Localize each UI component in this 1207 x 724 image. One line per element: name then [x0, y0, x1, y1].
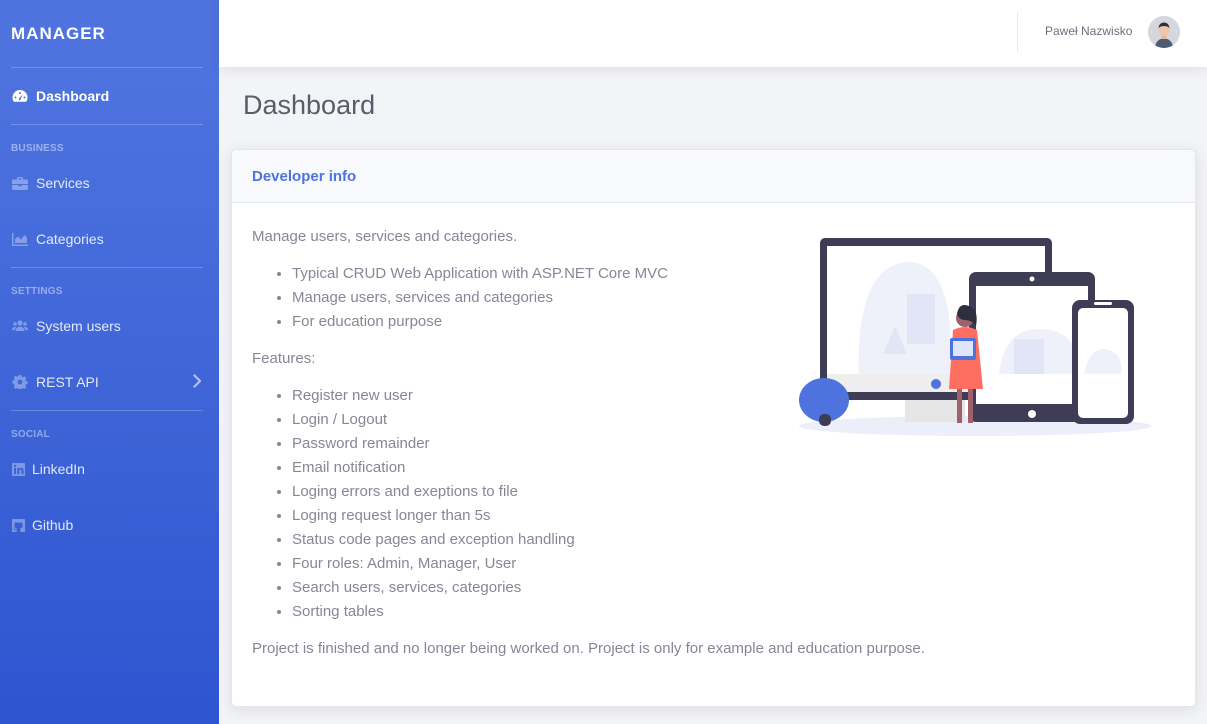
page-title: Dashboard	[243, 90, 376, 120]
card-header: Developer info	[232, 150, 1195, 203]
sidebar-item-dashboard[interactable]: Dashboard	[0, 68, 219, 124]
sidebar-item-label: Services	[36, 175, 90, 191]
sidebar-item-system-users[interactable]: System users	[0, 298, 219, 354]
sidebar-item-github[interactable]: Github	[0, 497, 219, 553]
devices-illustration	[799, 238, 1151, 436]
sidebar-item-label: Github	[32, 517, 74, 533]
avatar[interactable]	[1148, 16, 1180, 48]
briefcase-icon	[11, 176, 29, 190]
section-heading-settings: SETTINGS	[11, 286, 63, 297]
list-item: Sorting tables	[292, 600, 1175, 624]
sidebar-item-label: LinkedIn	[32, 461, 85, 477]
sidebar-item-services[interactable]: Services	[0, 155, 219, 211]
topbar-divider	[1017, 12, 1018, 52]
list-item: Four roles: Admin, Manager, User	[292, 552, 1175, 576]
topbar: Paweł Nazwisko	[219, 0, 1207, 67]
chart-area-icon	[11, 232, 29, 246]
sidebar-item-label: REST API	[36, 374, 99, 390]
list-item: Loging errors and exeptions to file	[292, 480, 1175, 504]
footer-text: Project is finished and no longer being …	[252, 640, 925, 657]
chevron-right-icon	[191, 374, 202, 388]
list-item: Status code pages and exception handling	[292, 528, 1175, 552]
sidebar-item-label: System users	[36, 318, 121, 334]
sidebar-item-label: Dashboard	[36, 88, 110, 104]
list-item: Search users, services, categories	[292, 576, 1175, 600]
developer-info-card: Developer info Manage users, services an…	[231, 149, 1196, 707]
section-heading-social: SOCIAL	[11, 429, 50, 440]
github-icon	[11, 518, 25, 532]
list-item: Email notification	[292, 456, 1175, 480]
cog-icon	[11, 375, 29, 389]
sidebar: MANAGER Dashboard BUSINESS Services Cate…	[0, 0, 219, 724]
users-icon	[11, 319, 29, 333]
tachometer-icon	[11, 89, 29, 103]
brand-logo[interactable]: MANAGER	[0, 0, 219, 67]
section-heading-business: BUSINESS	[11, 143, 64, 154]
user-name[interactable]: Paweł Nazwisko	[1045, 24, 1132, 38]
section-social: SOCIAL	[0, 411, 219, 440]
section-settings: SETTINGS	[0, 268, 219, 297]
list-item: Loging request longer than 5s	[292, 504, 1175, 528]
sidebar-item-rest-api[interactable]: REST API	[0, 354, 219, 410]
sidebar-item-label: Categories	[36, 231, 104, 247]
linkedin-icon	[11, 462, 25, 476]
sidebar-item-linkedin[interactable]: LinkedIn	[0, 441, 219, 497]
section-business: BUSINESS	[0, 125, 219, 154]
sidebar-item-categories[interactable]: Categories	[0, 211, 219, 267]
